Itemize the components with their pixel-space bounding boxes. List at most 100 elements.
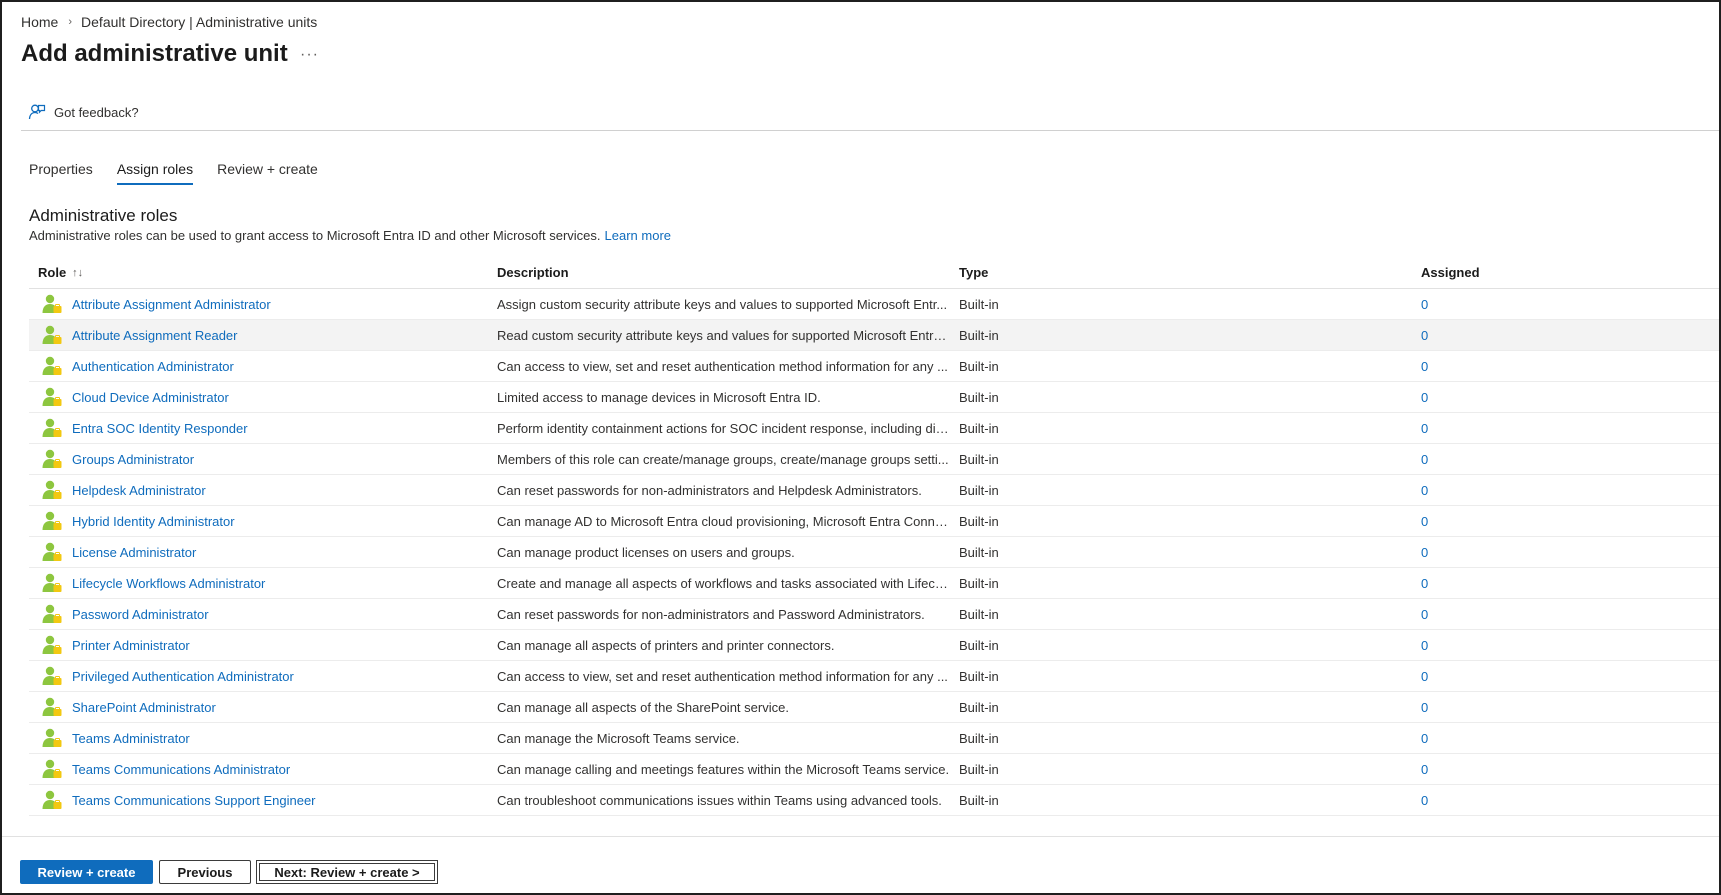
cell-description: Can manage all aspects of printers and p… [488, 638, 950, 653]
role-name-link[interactable]: Attribute Assignment Administrator [72, 297, 271, 312]
table-row[interactable]: Privileged Authentication Administrator C… [29, 661, 1719, 692]
table-row[interactable]: Lifecycle Workflows Administrator Create … [29, 568, 1719, 599]
cell-role: Teams Administrator [29, 727, 488, 749]
assigned-count-link[interactable]: 0 [1421, 328, 1428, 343]
previous-button[interactable]: Previous [159, 860, 251, 884]
sort-icon[interactable]: ↑↓ [72, 267, 83, 279]
role-user-icon [42, 511, 62, 530]
role-name-link[interactable]: SharePoint Administrator [72, 700, 216, 715]
role-type: Built-in [959, 420, 999, 436]
more-options-icon[interactable]: ··· [300, 46, 319, 64]
assigned-count-link[interactable]: 0 [1421, 607, 1428, 622]
feedback-button[interactable]: Got feedback? [28, 103, 139, 121]
role-name-link[interactable]: Teams Communications Administrator [72, 762, 290, 777]
role-name-link[interactable]: Cloud Device Administrator [72, 390, 229, 405]
column-header-role[interactable]: Role ↑↓ [29, 265, 488, 280]
cell-role: License Administrator [29, 541, 488, 563]
breadcrumb-current[interactable]: Default Directory | Administrative units [81, 14, 317, 30]
table-row[interactable]: Authentication Administrator Can access t… [29, 351, 1719, 382]
role-user-icon [42, 790, 62, 809]
cell-assigned: 0 [1412, 669, 1712, 684]
role-name-link[interactable]: Lifecycle Workflows Administrator [72, 576, 265, 591]
cell-assigned: 0 [1412, 576, 1712, 591]
table-row[interactable]: Attribute Assignment Administrator Assign… [29, 289, 1719, 320]
assigned-count-link[interactable]: 0 [1421, 359, 1428, 374]
cell-description: Can access to view, set and reset authen… [488, 669, 950, 684]
cell-description: Can manage product licenses on users and… [488, 545, 950, 560]
table-row[interactable]: Teams Communications Administrator Can ma… [29, 754, 1719, 785]
next-review-create-button[interactable]: Next: Review + create > [256, 860, 438, 884]
role-name-link[interactable]: Privileged Authentication Administrator [72, 669, 294, 684]
role-name-link[interactable]: Teams Administrator [72, 731, 190, 746]
table-row[interactable]: Teams Communications Support Engineer Can… [29, 785, 1719, 816]
assigned-count-link[interactable]: 0 [1421, 390, 1428, 405]
table-row[interactable]: License Administrator Can manage product … [29, 537, 1719, 568]
cell-assigned: 0 [1412, 731, 1712, 746]
cell-type: Built-in [950, 762, 1412, 777]
review-create-button[interactable]: Review + create [20, 860, 153, 884]
role-name-link[interactable]: Hybrid Identity Administrator [72, 514, 235, 529]
cell-type: Built-in [950, 328, 1412, 343]
assigned-count-link[interactable]: 0 [1421, 297, 1428, 312]
table-row[interactable]: Groups Administrator Members of this role… [29, 444, 1719, 475]
cell-assigned: 0 [1412, 483, 1712, 498]
assigned-count-link[interactable]: 0 [1421, 452, 1428, 467]
table-row[interactable]: Helpdesk Administrator Can reset password… [29, 475, 1719, 506]
role-name-link[interactable]: Entra SOC Identity Responder [72, 421, 248, 436]
role-description: Can manage AD to Microsoft Entra cloud p… [497, 513, 950, 529]
assigned-count-link[interactable]: 0 [1421, 638, 1428, 653]
cell-type: Built-in [950, 483, 1412, 498]
tab-assign-roles[interactable]: Assign roles [116, 161, 194, 185]
breadcrumb-home[interactable]: Home [21, 14, 58, 30]
role-name-link[interactable]: Attribute Assignment Reader [72, 328, 237, 343]
table-row[interactable]: Password Administrator Can reset password… [29, 599, 1719, 630]
assigned-count-link[interactable]: 0 [1421, 762, 1428, 777]
section-title: Administrative roles [29, 206, 178, 225]
table-row[interactable]: Printer Administrator Can manage all aspe… [29, 630, 1719, 661]
assigned-count-link[interactable]: 0 [1421, 483, 1428, 498]
cell-role: Teams Communications Support Engineer [29, 789, 488, 811]
assigned-count-link[interactable]: 0 [1421, 514, 1428, 529]
role-name-link[interactable]: Helpdesk Administrator [72, 483, 206, 498]
table-row[interactable]: Cloud Device Administrator Limited access… [29, 382, 1719, 413]
role-name-link[interactable]: Password Administrator [72, 607, 209, 622]
assigned-count-link[interactable]: 0 [1421, 576, 1428, 591]
table-row[interactable]: Hybrid Identity Administrator Can manage … [29, 506, 1719, 537]
tab-properties[interactable]: Properties [29, 161, 93, 185]
learn-more-link[interactable]: Learn more [605, 228, 671, 243]
table-row[interactable]: Teams Administrator Can manage the Micros… [29, 723, 1719, 754]
cell-description: Can manage calling and meetings features… [488, 762, 950, 777]
assigned-count-link[interactable]: 0 [1421, 669, 1428, 684]
cell-description: Limited access to manage devices in Micr… [488, 390, 950, 405]
tab-review-create[interactable]: Review + create [217, 161, 318, 185]
table-row[interactable]: Attribute Assignment Reader Read custom s… [29, 320, 1719, 351]
cell-role: SharePoint Administrator [29, 696, 488, 718]
table-body[interactable]: Attribute Assignment Administrator Assign… [29, 289, 1719, 867]
role-name-link[interactable]: Authentication Administrator [72, 359, 234, 374]
role-type: Built-in [959, 761, 999, 777]
table-row[interactable]: SharePoint Administrator Can manage all a… [29, 692, 1719, 723]
cell-assigned: 0 [1412, 793, 1712, 808]
assigned-count-link[interactable]: 0 [1421, 700, 1428, 715]
role-type: Built-in [959, 637, 999, 653]
role-user-icon [42, 294, 62, 313]
assigned-count-link[interactable]: 0 [1421, 545, 1428, 560]
assigned-count-link[interactable]: 0 [1421, 793, 1428, 808]
role-name-link[interactable]: Groups Administrator [72, 452, 194, 467]
role-type: Built-in [959, 327, 999, 343]
cell-assigned: 0 [1412, 390, 1712, 405]
role-name-link[interactable]: Printer Administrator [72, 638, 190, 653]
assigned-count-link[interactable]: 0 [1421, 421, 1428, 436]
footer-bar: Review + create Previous Next: Review + … [2, 836, 1719, 893]
cell-description: Can manage the Microsoft Teams service. [488, 731, 950, 746]
role-description: Members of this role can create/manage g… [497, 451, 949, 467]
table-row[interactable]: Entra SOC Identity Responder Perform iden… [29, 413, 1719, 444]
cell-type: Built-in [950, 669, 1412, 684]
role-name-link[interactable]: Teams Communications Support Engineer [72, 793, 316, 808]
wizard-tabs: Properties Assign roles Review + create [29, 161, 318, 185]
role-type: Built-in [959, 482, 999, 498]
cell-role: Teams Communications Administrator [29, 758, 488, 780]
role-user-icon [42, 325, 62, 344]
role-name-link[interactable]: License Administrator [72, 545, 196, 560]
assigned-count-link[interactable]: 0 [1421, 731, 1428, 746]
